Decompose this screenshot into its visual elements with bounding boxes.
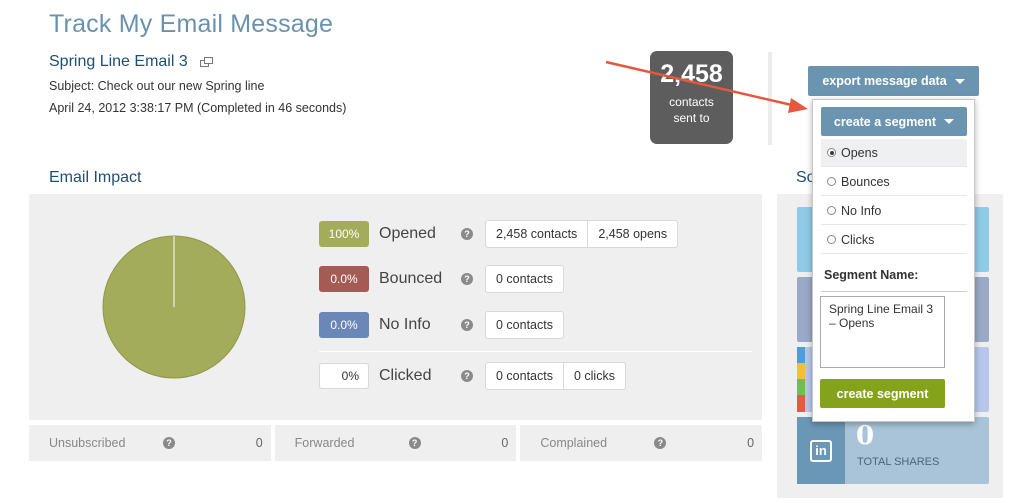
social-card-linkedin[interactable]: in 0 TOTAL SHARES	[797, 417, 989, 484]
forwarded-value: 0	[501, 436, 509, 450]
chevron-down-icon	[954, 78, 965, 84]
email-impact-panel: 100% Opened ? 2,458 contacts 2,458 opens…	[29, 194, 762, 420]
complained-stat: Complained ? 0	[520, 425, 763, 461]
email-impact-title: Email Impact	[49, 169, 142, 186]
unsubscribed-stat: Unsubscribed ? 0	[29, 425, 271, 461]
help-icon[interactable]: ?	[461, 228, 473, 240]
header-divider	[768, 52, 772, 145]
segment-option-bounces[interactable]: Bounces	[821, 168, 967, 196]
help-icon[interactable]: ?	[163, 437, 175, 449]
linkedin-share-label: TOTAL SHARES	[857, 456, 940, 468]
help-icon[interactable]: ?	[461, 319, 473, 331]
unsubscribed-value: 0	[255, 436, 263, 450]
email-name-text: Spring Line Email 3	[49, 53, 188, 70]
metric-row-bounced: 0.0% Bounced ? 0 contacts	[319, 265, 564, 293]
chevron-down-icon	[944, 119, 955, 124]
segment-option-opens[interactable]: Opens	[821, 139, 967, 167]
page-title: Track My Email Message	[49, 10, 334, 38]
noinfo-stats: 0 contacts	[485, 311, 564, 339]
radio-selected-icon[interactable]	[827, 148, 836, 157]
opened-label: Opened	[379, 225, 436, 242]
export-message-data-button[interactable]: export message data	[808, 66, 979, 96]
metric-row-noinfo: 0.0% No Info ? 0 contacts	[319, 311, 564, 339]
metric-row-clicked: 0% Clicked ? 0 contacts 0 clicks	[319, 362, 626, 390]
segment-name-divider	[821, 291, 967, 292]
bounced-contacts[interactable]: 0 contacts	[486, 266, 563, 292]
metrics-divider	[319, 351, 752, 352]
noinfo-percent-badge: 0.0%	[319, 312, 369, 338]
metric-row-opened: 100% Opened ? 2,458 contacts 2,458 opens	[319, 220, 679, 248]
contacts-sent-count: 2,458	[660, 60, 723, 88]
complained-label: Complained	[540, 436, 608, 450]
bounced-stats: 0 contacts	[485, 265, 564, 293]
radio-icon[interactable]	[827, 177, 836, 186]
opened-stats: 2,458 contacts 2,458 opens	[485, 220, 679, 248]
noinfo-contacts[interactable]: 0 contacts	[486, 312, 563, 338]
sent-date: April 24, 2012 3:38:17 PM (Completed in …	[49, 101, 347, 115]
opened-opens[interactable]: 2,458 opens	[587, 221, 677, 247]
segment-option-clicks[interactable]: Clicks	[821, 226, 967, 254]
opened-percent-badge: 100%	[319, 221, 369, 247]
email-name: Spring Line Email 3	[49, 53, 213, 71]
create-segment-dropdown: create a segment Opens Bounces No Info C…	[812, 99, 975, 422]
segment-option-noinfo[interactable]: No Info	[821, 197, 967, 225]
help-icon[interactable]: ?	[654, 437, 667, 449]
linkedin-icon-box: in	[797, 417, 845, 484]
footer-stats: Unsubscribed ? 0 Forwarded ? 0 Complaine…	[29, 425, 763, 461]
help-icon[interactable]: ?	[461, 273, 473, 285]
contacts-sent-label: contacts sent to	[669, 95, 714, 125]
forwarded-label: Forwarded	[294, 436, 355, 450]
help-icon[interactable]: ?	[408, 437, 421, 449]
radio-icon[interactable]	[827, 235, 836, 244]
clicked-contacts[interactable]: 0 contacts	[486, 363, 563, 389]
bounced-percent-badge: 0.0%	[319, 266, 369, 292]
linkedin-share-count: 0	[856, 421, 875, 451]
contacts-sent-box: 2,458 contacts sent to	[650, 51, 733, 144]
help-icon[interactable]: ?	[461, 370, 473, 382]
complained-value: 0	[747, 436, 755, 450]
create-segment-button[interactable]: create segment	[820, 379, 945, 408]
bounced-label: Bounced	[379, 270, 443, 287]
clicked-clicks[interactable]: 0 clicks	[562, 363, 625, 389]
segment-name-input[interactable]	[820, 296, 945, 368]
unsubscribed-label: Unsubscribed	[49, 436, 126, 450]
radio-icon[interactable]	[827, 206, 836, 215]
noinfo-label: No Info	[379, 316, 431, 333]
segment-name-label: Segment Name:	[824, 268, 919, 282]
email-subject: Subject: Check out our new Spring line	[49, 79, 265, 93]
clicked-stats: 0 contacts 0 clicks	[485, 362, 626, 390]
create-a-segment-button[interactable]: create a segment	[821, 107, 967, 136]
opened-contacts[interactable]: 2,458 contacts	[486, 221, 587, 247]
clicked-percent-badge: 0%	[319, 363, 369, 389]
impact-pie-chart	[102, 235, 246, 379]
google-stripes-icon	[797, 347, 805, 412]
forwarded-stat: Forwarded ? 0	[274, 425, 517, 461]
popout-window-icon[interactable]	[199, 57, 213, 67]
clicked-label: Clicked	[379, 367, 432, 384]
linkedin-icon: in	[810, 439, 832, 462]
